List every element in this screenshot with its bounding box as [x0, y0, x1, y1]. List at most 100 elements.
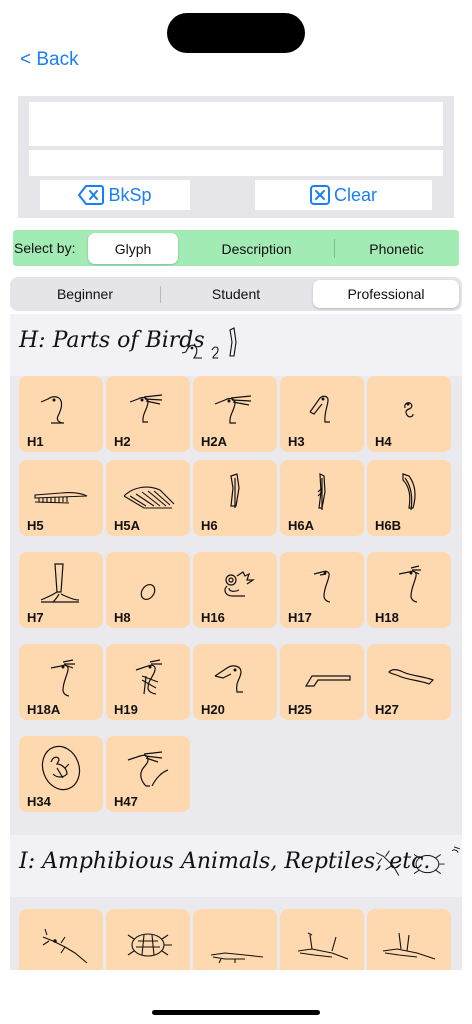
lizard-glyph-icon — [42, 928, 88, 964]
clear-button[interactable]: Clear — [255, 180, 432, 210]
feather-variant-glyph-icon — [317, 473, 326, 510]
glyph-code: H27 — [375, 702, 399, 717]
glyph-tile-H18[interactable]: H18 — [367, 552, 451, 628]
select-by-phonetic[interactable]: Phonetic — [334, 233, 459, 264]
level-selector: Beginner Student Professional — [10, 277, 462, 311]
wing-glyph-icon — [34, 492, 88, 504]
dynamic-island — [167, 13, 305, 53]
glyph-tile-lizard[interactable] — [19, 909, 103, 970]
glyph-tile-H5A[interactable]: H5A — [106, 460, 190, 536]
turtle-glyph-icon — [127, 933, 172, 957]
select-by-bar: Select by: Glyph Description Phonetic — [13, 230, 459, 266]
amphibious-header-icon — [375, 846, 460, 876]
section-header-birds: H: Parts of Birds — [10, 314, 462, 376]
glyph-code: H7 — [27, 610, 44, 625]
glyph-tile-H16[interactable]: H16 — [193, 552, 277, 628]
feather-glyph-icon — [230, 473, 240, 508]
glyph-tile-H6B[interactable]: H6B — [367, 460, 451, 536]
section-header-amphibious: I: Amphibious Animals, Reptiles, etc. — [10, 835, 462, 897]
crested-neck-glyph-icon — [398, 565, 421, 603]
level-student[interactable]: Student — [160, 280, 312, 308]
delete-left-icon — [78, 185, 105, 205]
crested-neck-variant-glyph-icon — [50, 659, 75, 697]
glyph-tile-H6[interactable]: H6 — [193, 460, 277, 536]
backspace-button[interactable]: BkSp — [40, 180, 190, 210]
transliteration-field[interactable] — [29, 150, 443, 176]
entry-panel: BkSp Clear — [18, 96, 454, 218]
level-beginner[interactable]: Beginner — [10, 280, 160, 308]
pelican-head-glyph-icon — [214, 665, 243, 693]
bird-parts-header-icon — [181, 327, 237, 359]
glyph-tile-H20[interactable]: H20 — [193, 644, 277, 720]
glyph-code: H20 — [201, 702, 225, 717]
ornament-glyph-icon — [224, 571, 255, 597]
glyph-code: H34 — [27, 794, 51, 809]
curled-feather-glyph-icon — [402, 473, 416, 511]
app-screen: < Back BkSp Clear Select by: Glyph Descr… — [0, 0, 472, 1024]
curved-beak-glyph-icon — [388, 669, 435, 685]
glyph-code: H25 — [288, 702, 312, 717]
duck-head-glyph-icon — [40, 396, 65, 424]
glyph-tile-H17[interactable]: H17 — [280, 552, 364, 628]
glyph-code: H5A — [114, 518, 141, 533]
glyph-entry-field[interactable] — [29, 102, 443, 146]
level-professional[interactable]: Professional — [313, 280, 459, 308]
glyph-tile-H6A[interactable]: H6A — [280, 460, 364, 536]
section-title: I: Amphibious Animals, Reptiles, etc. — [19, 849, 431, 874]
glyph-tile-crocodile-pole[interactable] — [367, 909, 451, 970]
glyph-tile-H34[interactable]: H34 — [19, 736, 103, 812]
glyph-tile-H2A[interactable]: H2A — [193, 376, 277, 452]
glyph-code: H18A — [27, 702, 61, 717]
egg-with-bird-glyph-icon — [41, 745, 81, 791]
section-title: H: Parts of Birds — [19, 328, 205, 353]
select-by-description[interactable]: Description — [179, 233, 334, 264]
glyph-code: H16 — [201, 610, 225, 625]
glyph-list[interactable]: H: Parts of Birds H1 H2 H2A H3 H4 H5 H5A… — [10, 314, 462, 970]
glyph-tile-H25[interactable]: H25 — [280, 644, 364, 720]
glyph-code: H47 — [114, 794, 138, 809]
backspace-label: BkSp — [108, 184, 152, 205]
select-by-glyph[interactable]: Glyph — [88, 233, 178, 264]
spread-wing-glyph-icon — [123, 486, 175, 509]
glyph-code: H6B — [375, 518, 402, 533]
crested-bird-head-variant-glyph-icon — [214, 395, 252, 424]
crested-bird-head-glyph-icon — [129, 394, 163, 423]
glyph-code: H2A — [201, 434, 228, 449]
bird-head-arch-glyph-icon — [127, 751, 169, 787]
glyph-code: H3 — [288, 434, 305, 449]
glyph-tile-H5[interactable]: H5 — [19, 460, 103, 536]
glyph-code: H8 — [114, 610, 131, 625]
clear-x-square-icon — [309, 185, 330, 205]
egg-glyph-icon — [140, 583, 156, 601]
spoonbill-head-glyph-icon — [309, 395, 330, 423]
glyph-tile-turtle[interactable] — [106, 909, 190, 970]
glyph-tile-H27[interactable]: H27 — [367, 644, 451, 720]
glyph-tile-H18A[interactable]: H18A — [19, 644, 103, 720]
glyph-code: H19 — [114, 702, 138, 717]
foot-shape-glyph-icon — [304, 675, 351, 687]
back-button[interactable]: < Back — [20, 48, 79, 72]
back-label: < Back — [20, 49, 79, 70]
vulture-head-glyph-icon — [404, 402, 414, 418]
glyph-tile-crocodile-feathers[interactable] — [280, 909, 364, 970]
glyph-tile-H3[interactable]: H3 — [280, 376, 364, 452]
glyph-tile-H1[interactable]: H1 — [19, 376, 103, 452]
glyph-tile-H2[interactable]: H2 — [106, 376, 190, 452]
home-indicator — [152, 1010, 320, 1015]
glyph-code: H17 — [288, 610, 312, 625]
glyph-tile-H7[interactable]: H7 — [19, 552, 103, 628]
glyph-code: H6A — [288, 518, 315, 533]
glyph-code: H2 — [114, 434, 131, 449]
bird-claw-glyph-icon — [40, 563, 80, 603]
glyph-tile-H19[interactable]: H19 — [106, 644, 190, 720]
glyph-tile-crocodile[interactable] — [193, 909, 277, 970]
glyph-code: H1 — [27, 434, 44, 449]
glyph-code: H5 — [27, 518, 44, 533]
crocodile-glyph-icon — [210, 952, 264, 964]
glyph-tile-H4[interactable]: H4 — [367, 376, 451, 452]
glyph-tile-H47[interactable]: H47 — [106, 736, 190, 812]
glyph-code: H18 — [375, 610, 399, 625]
glyph-tile-H8[interactable]: H8 — [106, 552, 190, 628]
select-by-label: Select by: — [14, 240, 76, 256]
bird-neck-scarf-glyph-icon — [135, 659, 162, 695]
